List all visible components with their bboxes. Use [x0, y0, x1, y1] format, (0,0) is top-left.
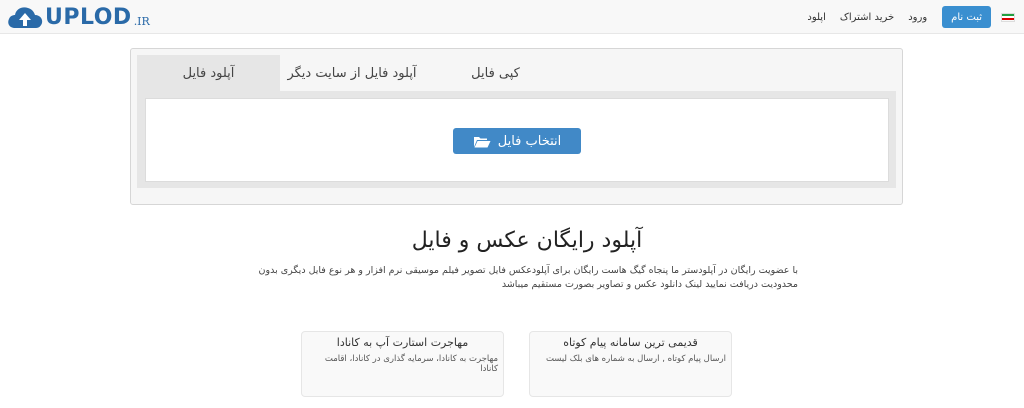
select-file-button[interactable]: انتخاب فایل — [453, 128, 581, 154]
page-title: آپلود رایگان عکس و فایل — [411, 228, 643, 253]
iran-flag-icon[interactable] — [1001, 12, 1015, 22]
upload-panel: آپلود فایل آپلود فایل از سایت دیگر کپی ف… — [130, 48, 903, 205]
tab-upload-from-url[interactable]: آپلود فایل از سایت دیگر — [280, 55, 424, 91]
tab-upload-file[interactable]: آپلود فایل — [137, 55, 280, 91]
upload-link[interactable]: اپلود — [807, 12, 826, 23]
tab-copy-file[interactable]: کپی فایل — [424, 55, 567, 91]
feature-card-sms[interactable]: قدیمی ترین سامانه پیام کوتاه ارسال پیام … — [529, 331, 732, 397]
upload-tabs: آپلود فایل آپلود فایل از سایت دیگر کپی ف… — [137, 55, 894, 91]
cloud-upload-icon — [8, 7, 43, 28]
tab-content: انتخاب فایل — [137, 91, 896, 188]
select-file-label: انتخاب فایل — [497, 133, 562, 149]
card-title: مهاجرت استارت آپ به کانادا — [336, 336, 469, 349]
card-text: مهاجرت به کانادا، سرمایه گذاری در کانادا… — [324, 354, 498, 374]
nav-menu: ثبت نام ورود خرید اشتراک اپلود — [800, 0, 1024, 34]
card-text: ارسال پیام کوتاه , ارسال به شماره های بل… — [545, 354, 726, 364]
folder-open-icon — [473, 136, 491, 147]
signup-button[interactable]: ثبت نام — [942, 6, 991, 28]
login-link[interactable]: ورود — [908, 12, 927, 23]
card-title: قدیمی ترین سامانه پیام کوتاه — [563, 336, 698, 349]
page-description: با عضویت رایگان در آپلودستر ما پنجاه گیگ… — [258, 265, 798, 290]
logo-name: UPLOD — [45, 4, 132, 30]
subscribe-link[interactable]: خرید اشتراک — [840, 12, 894, 23]
site-logo[interactable]: UPLOD .IR — [6, 4, 150, 30]
logo-tld: .IR — [133, 14, 150, 28]
upload-dropzone: انتخاب فایل — [145, 98, 889, 182]
feature-card-canada[interactable]: مهاجرت استارت آپ به کانادا مهاجرت به کان… — [301, 331, 504, 397]
top-navbar: UPLOD .IR ثبت نام ورود خرید اشتراک اپلود — [0, 0, 1024, 34]
